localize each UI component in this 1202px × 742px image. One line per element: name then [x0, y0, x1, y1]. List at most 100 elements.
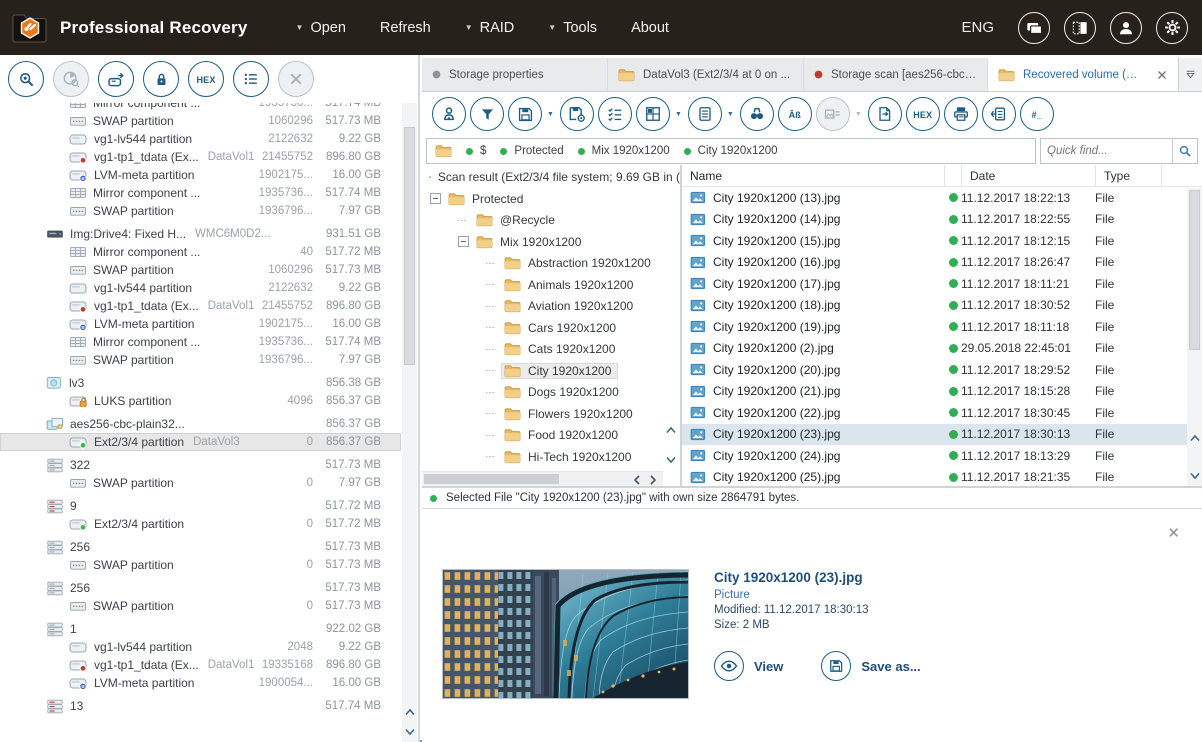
- file-row[interactable]: City 1920x1200 (24).jpg 11.12.2017 18:13:…: [682, 445, 1202, 467]
- storage-tree-row[interactable]: SWAP partition 1936796... 7.97 GB: [0, 202, 401, 220]
- decrypt-storage-button[interactable]: [143, 61, 179, 97]
- storage-tree-row[interactable]: Mirror component ... 1935736... 517.74 MB: [0, 333, 401, 351]
- storage-tree-row[interactable]: vg1-tp1_tdata (Ex... DataVol1 19335168 896.…: [0, 656, 401, 674]
- folder-tree-item[interactable]: @Recycle: [422, 210, 680, 232]
- folder-tree-item[interactable]: Mix 1920x1200: [422, 231, 680, 253]
- tab-0[interactable]: Storage properties: [422, 58, 608, 91]
- collapse-icon[interactable]: [430, 193, 441, 205]
- dropdown-caret-icon[interactable]: ▼: [727, 111, 734, 118]
- tab-2[interactable]: Storage scan [aes256-cbc-pl...: [804, 58, 988, 91]
- language-selector[interactable]: ENG: [961, 19, 994, 36]
- quick-find-input[interactable]: [1041, 145, 1172, 157]
- tab-1[interactable]: DataVol3 (Ext2/3/4 at 0 on ...: [608, 58, 804, 91]
- folder-tree-item[interactable]: Protected: [422, 188, 680, 210]
- filter-button[interactable]: [470, 97, 504, 131]
- menu-open[interactable]: ▼ Open: [296, 20, 346, 36]
- defined-selection-button[interactable]: [597, 97, 632, 131]
- open-image-button[interactable]: [98, 61, 134, 97]
- scrollbar-thumb[interactable]: [404, 127, 415, 365]
- storage-tree-row[interactable]: 1 922.02 GB: [0, 620, 401, 638]
- storage-tree-row[interactable]: lv3 856.38 GB: [0, 374, 401, 392]
- folder-tree-item[interactable]: Dogs 1920x1200: [422, 382, 680, 404]
- column-header-name[interactable]: Name: [682, 165, 945, 186]
- storage-tree-row[interactable]: LVM-meta partition 1902175... 16.00 GB: [0, 315, 401, 333]
- properties-button[interactable]: [233, 61, 269, 97]
- partition-usage-button[interactable]: [53, 61, 89, 97]
- storage-tree-row[interactable]: SWAP partition 0 517.73 MB: [0, 597, 401, 615]
- storage-tree-row[interactable]: LVM-meta partition 1900054... 16.00 GB: [0, 674, 401, 692]
- storage-tree-row[interactable]: SWAP partition 0 7.97 GB: [0, 474, 401, 492]
- storage-tree-row[interactable]: Mirror component ... 40 517.72 MB: [0, 243, 401, 261]
- storage-tree-row[interactable]: 13 517.74 MB: [0, 697, 401, 715]
- folder-tree-item[interactable]: Abstraction 1920x1200: [422, 253, 680, 275]
- preview-mode-button[interactable]: [815, 97, 850, 131]
- storage-tree-row[interactable]: Ext2/3/4 partition DataVol3 0 856.37 GB: [0, 433, 401, 451]
- storage-tree-row[interactable]: Ext2/3/4 partition 0 517.72 MB: [0, 515, 401, 533]
- scroll-right-icon[interactable]: [649, 475, 657, 485]
- storage-tree-row[interactable]: SWAP partition 1060296 517.73 MB: [0, 112, 401, 130]
- refresh-content-button[interactable]: [981, 97, 1016, 131]
- tab-3[interactable]: Recovered volume (sect...: [988, 58, 1178, 91]
- storage-tree-row[interactable]: vg1-lv544 partition 2048 9.22 GB: [0, 638, 401, 656]
- folder-tree-item[interactable]: City 1920x1200: [422, 360, 680, 382]
- close-preview-icon[interactable]: ✕: [1167, 524, 1180, 542]
- breadcrumb-item[interactable]: $: [466, 145, 486, 157]
- column-header-status[interactable]: [945, 165, 962, 186]
- folder-tree-item[interactable]: Animals 1920x1200: [422, 274, 680, 296]
- quick-find-search-button[interactable]: [1172, 139, 1197, 163]
- user-account-button[interactable]: [1110, 11, 1142, 44]
- storage-tree-row[interactable]: SWAP partition 1060296 517.73 MB: [0, 261, 401, 279]
- scrollbar-thumb[interactable]: [1189, 190, 1200, 350]
- dropdown-caret-icon[interactable]: ▼: [855, 111, 862, 118]
- folder-tree-item[interactable]: Cars 1920x1200: [422, 317, 680, 339]
- report-button[interactable]: [943, 97, 978, 131]
- storage-tree-scrollbar[interactable]: [402, 103, 417, 742]
- column-header-type[interactable]: Type: [1096, 165, 1162, 186]
- scan-result-root[interactable]: Scan result (Ext2/3/4 file system; 9.69 …: [422, 165, 680, 188]
- folder-tree-hscrollbar[interactable]: [422, 471, 663, 486]
- storage-tree-row[interactable]: vg1-tp1_tdata (Ex... DataVol1 21455752 896.…: [0, 148, 401, 166]
- menu-refresh[interactable]: Refresh: [380, 20, 431, 36]
- file-row[interactable]: City 1920x1200 (22).jpg 11.12.2017 18:30:…: [682, 402, 1202, 424]
- storage-tree-row[interactable]: 256 517.73 MB: [0, 579, 401, 597]
- save-as-button[interactable]: Save as...: [821, 651, 921, 681]
- scrollbar-thumb[interactable]: [424, 474, 559, 484]
- file-row[interactable]: City 1920x1200 (21).jpg 11.12.2017 18:15:…: [682, 381, 1202, 403]
- file-row[interactable]: City 1920x1200 (25).jpg 11.12.2017 18:21:…: [682, 467, 1202, 487]
- scroll-up-icon[interactable]: [1190, 434, 1200, 442]
- breadcrumb-item[interactable]: Mix 1920x1200: [577, 145, 670, 157]
- folder-tree-item[interactable]: Aviation 1920x1200: [422, 296, 680, 318]
- breadcrumb-item[interactable]: City 1920x1200: [683, 145, 778, 157]
- encoding-button[interactable]: Āß: [777, 97, 812, 131]
- breadcrumb-item[interactable]: Protected: [500, 145, 564, 157]
- settings-button[interactable]: [1156, 11, 1188, 44]
- hex-view-button[interactable]: HEX: [188, 61, 224, 97]
- scroll-down-icon[interactable]: [405, 728, 415, 736]
- task-list-button[interactable]: [1018, 11, 1050, 44]
- storage-tree-row[interactable]: Mirror component ... 1935736... 517.74 MB: [0, 184, 401, 202]
- file-row[interactable]: City 1920x1200 (13).jpg 11.12.2017 18:22:…: [682, 187, 1202, 209]
- file-row[interactable]: City 1920x1200 (19).jpg 11.12.2017 18:11:…: [682, 316, 1202, 338]
- panel-layout-button[interactable]: [1064, 11, 1096, 44]
- folder-tree-item[interactable]: Food 1920x1200: [422, 425, 680, 447]
- column-header-date[interactable]: Date: [962, 165, 1096, 186]
- file-row[interactable]: City 1920x1200 (16).jpg 11.12.2017 18:26:…: [682, 252, 1202, 274]
- menu-tools[interactable]: ▼ Tools: [548, 20, 597, 36]
- storage-search-button[interactable]: [8, 61, 44, 97]
- storage-tree-row[interactable]: aes256-cbc-plain32... 856.37 GB: [0, 415, 401, 433]
- save-selection-button[interactable]: [508, 97, 542, 131]
- scroll-up-icon[interactable]: [666, 426, 676, 434]
- storage-tree-row[interactable]: vg1-tp1_tdata (Ex... DataVol1 21455752 896.…: [0, 297, 401, 315]
- file-row[interactable]: City 1920x1200 (23).jpg 11.12.2017 18:30:…: [682, 423, 1202, 445]
- file-row[interactable]: City 1920x1200 (20).jpg 11.12.2017 18:29:…: [682, 359, 1202, 381]
- collapse-icon[interactable]: [458, 236, 469, 248]
- storage-tree-row[interactable]: Mirror component ... 1935736... 517.74 MB: [0, 103, 401, 112]
- storage-tree-row[interactable]: Img:Drive4: Fixed H... WMC6M0D2... 931.51 …: [0, 225, 401, 243]
- dropdown-caret-icon[interactable]: ▼: [547, 111, 554, 118]
- dropdown-caret-icon[interactable]: ▼: [675, 111, 682, 118]
- scroll-down-icon[interactable]: [1190, 472, 1200, 480]
- view-layout-button[interactable]: [635, 97, 670, 131]
- sorting-button[interactable]: [687, 97, 722, 131]
- folder-tree-item[interactable]: Cats 1920x1200: [422, 339, 680, 361]
- storage-tree-row[interactable]: vg1-lv544 partition 2122632 9.22 GB: [0, 279, 401, 297]
